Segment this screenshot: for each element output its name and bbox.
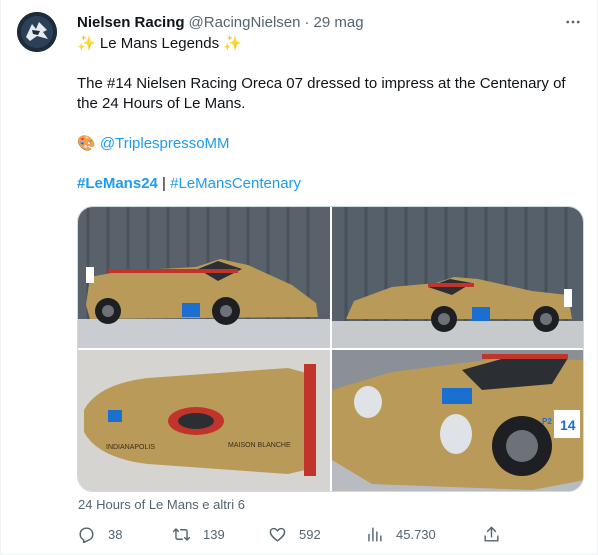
author-handle[interactable]: @RacingNielsen [189,14,301,31]
tweet-body-line1: The #14 Nielsen Racing Oreca 07 dressed … [77,75,566,92]
livery-number: 14 [560,417,576,433]
reply-count: 38 [108,526,123,542]
reply-icon [79,526,94,543]
tweet-date[interactable]: 29 mag [314,14,364,31]
separator-dot: · [304,13,310,31]
car-photo-image: 14 P2 [332,350,583,491]
tweet-mention-line: 🎨 @TriplespressoMM [77,134,587,154]
more-options-button[interactable] [561,10,585,34]
car-photo-image [78,207,330,348]
livery-text-indianapolis: INDIANAPOLIS [106,444,155,451]
livery-class: P2 [542,417,552,426]
tweet-title: Le Mans Legends [99,35,220,52]
photo-car-side-right[interactable] [332,207,583,348]
team-logo-icon [17,12,57,52]
hashtag-link-lemanscentenary[interactable]: #LeMansCentenary [170,175,301,192]
tweet-title-line: ✨ Le Mans Legends ✨ [77,34,587,54]
share-icon [484,526,499,542]
like-count: 592 [299,526,321,542]
media-grid: MAISON BLANCHE INDIANAPOLIS 14 P2 [77,206,584,492]
action-bar: 38 139 592 45.730 [77,522,507,546]
avatar[interactable] [17,12,57,52]
tweet-hashtag-line: #LeMans24 | #LeMansCentenary [77,174,587,194]
share-button[interactable] [482,522,501,546]
car-photo-image: MAISON BLANCHE INDIANAPOLIS [78,350,330,491]
palette-emoji: 🎨 [77,135,96,152]
tweet-card[interactable]: Nielsen Racing @RacingNielsen · 29 mag ✨… [0,0,598,555]
views-chart-icon [368,526,382,542]
livery-text-maison-blanche: MAISON BLANCHE [228,442,291,449]
photo-car-top[interactable]: MAISON BLANCHE INDIANAPOLIS [78,350,330,491]
views-button[interactable]: 45.730 [365,522,436,546]
hashtag-link-lemans24[interactable]: #LeMans24 [77,175,158,192]
car-photo-image [332,207,583,348]
sparkle-emoji-right: ✨ [223,35,242,52]
more-dots-icon [566,20,580,24]
retweet-button[interactable]: 139 [172,522,225,546]
reply-button[interactable]: 38 [77,522,122,546]
retweet-icon [172,527,191,541]
mention-link[interactable]: @TriplespressoMM [100,135,230,152]
media-caption[interactable]: 24 Hours of Le Mans e altri 6 [78,497,245,512]
like-button[interactable]: 592 [268,522,321,546]
hashtag-separator: | [162,175,166,192]
author-name[interactable]: Nielsen Racing [77,14,185,31]
photo-car-side-left[interactable] [78,207,330,348]
sparkle-emoji-left: ✨ [77,35,96,52]
tweet-header: Nielsen Racing @RacingNielsen · 29 mag [77,12,364,32]
tweet-text: ✨ Le Mans Legends ✨ The #14 Nielsen Raci… [77,34,587,194]
photo-car-front[interactable]: 14 P2 [332,350,583,491]
retweet-count: 139 [203,526,225,542]
views-count: 45.730 [396,526,436,542]
tweet-body-line2: the 24 Hours of Le Mans. [77,95,246,112]
heart-icon [269,527,286,542]
